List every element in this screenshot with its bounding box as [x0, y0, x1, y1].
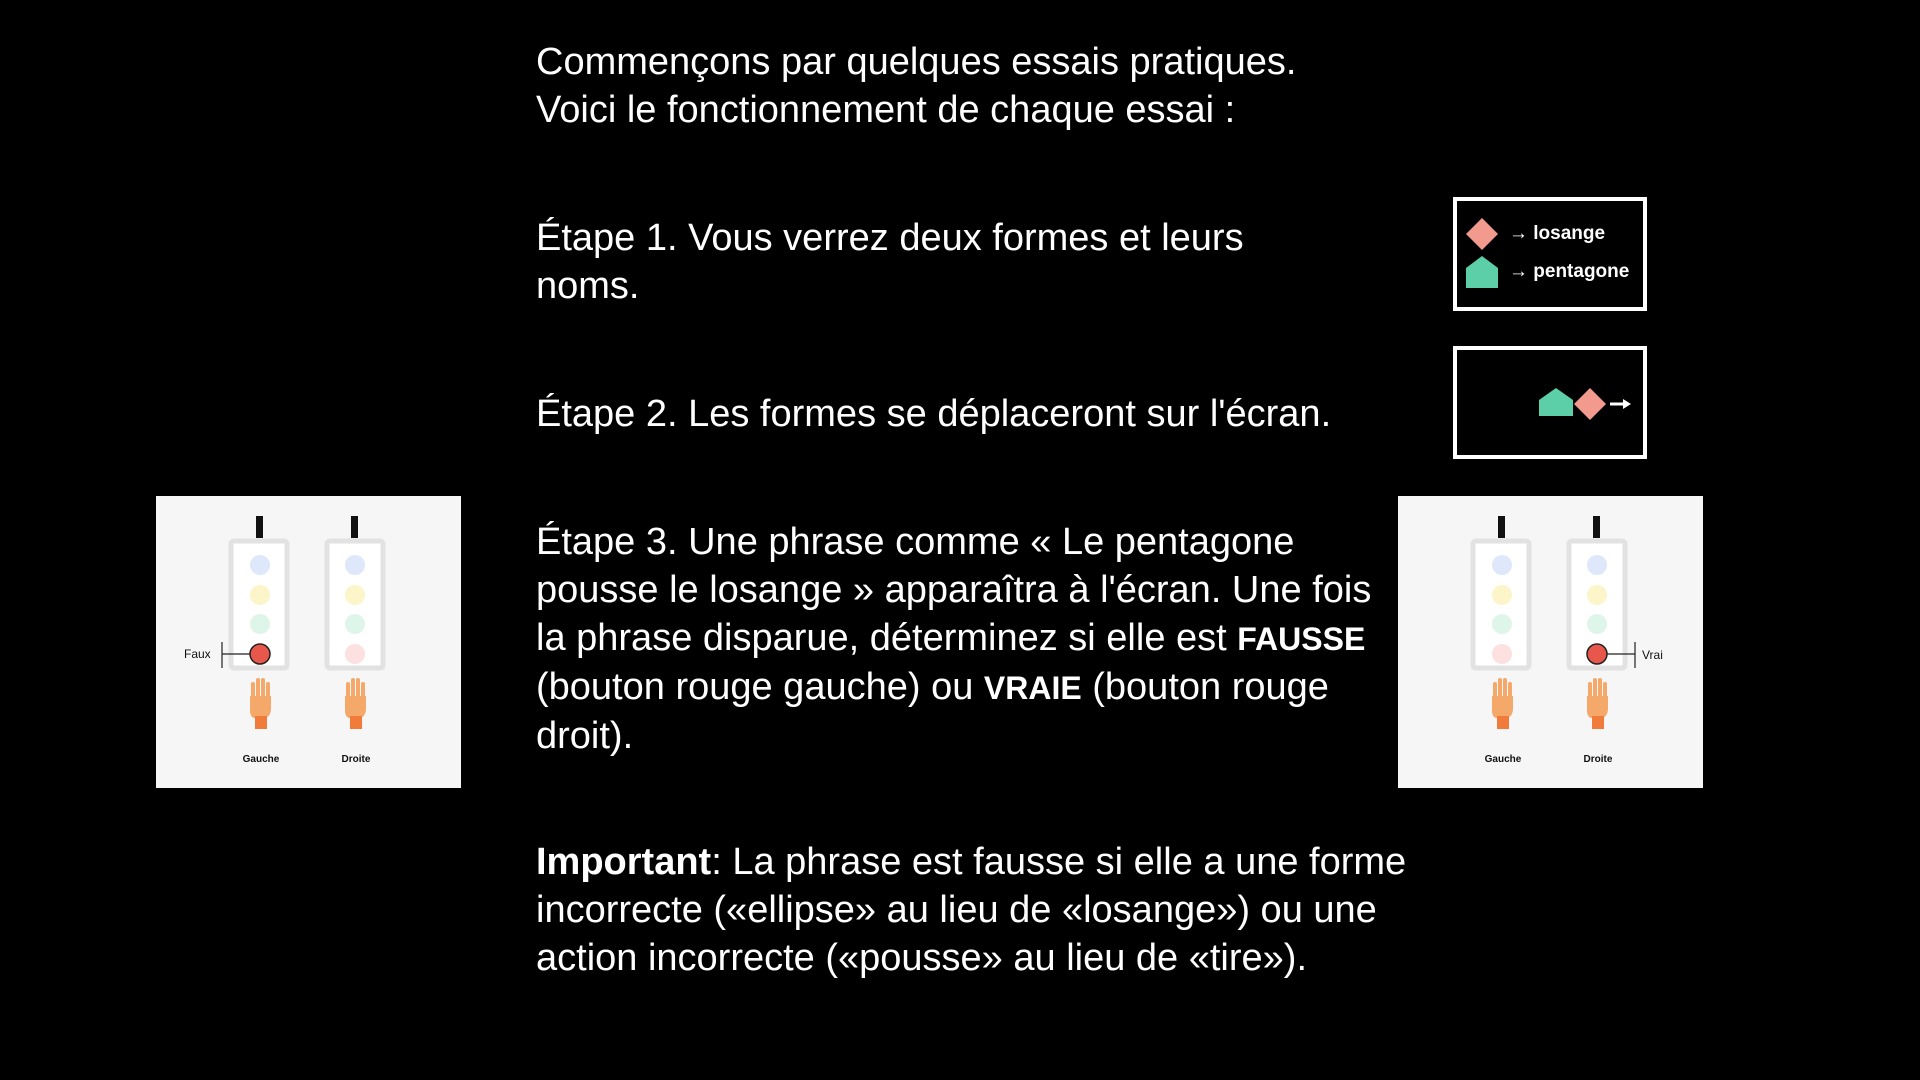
- right-hand-label: Droite: [1584, 754, 1613, 765]
- arrow-right-icon: [1610, 399, 1631, 409]
- important-note: Important: La phrase est fausse si elle …: [536, 838, 1436, 982]
- left-hand-icon: [1492, 678, 1513, 729]
- legend-pentagon-label: → pentagone: [1509, 261, 1630, 282]
- true-response-panel: Vrai Gauche Droite: [1398, 496, 1703, 788]
- right-red-button: [1586, 643, 1608, 665]
- diamond-icon: [1574, 388, 1606, 420]
- left-red-button: [249, 643, 271, 665]
- diamond-icon: [1466, 218, 1498, 250]
- right-hand-label: Droite: [342, 754, 371, 765]
- important-label: Important: [536, 841, 712, 883]
- false-response-panel: Faux Gauche Droite: [156, 496, 461, 788]
- moving-shapes-illustration: [1539, 388, 1631, 420]
- step-3-part-b: (bouton rouge gauche) ou: [536, 666, 984, 708]
- false-keyword: FAUSSE: [1237, 621, 1366, 657]
- left-hand-icon: [250, 678, 271, 729]
- legend-row-pentagon: → pentagone: [1465, 255, 1629, 289]
- intro-line-2: Voici le fonctionnement de chaque essai …: [536, 89, 1236, 131]
- left-hand-label: Gauche: [1485, 754, 1522, 765]
- step-1-text: Étape 1. Vous verrez deux formes et leur…: [536, 217, 1244, 307]
- true-label: Vrai: [1642, 648, 1663, 662]
- moving-shapes-box: [1453, 346, 1647, 459]
- intro-line-1: Commençons par quelques essais pratiques…: [536, 41, 1297, 83]
- left-hand-label: Gauche: [243, 754, 280, 765]
- pentagon-icon: [1466, 256, 1498, 288]
- right-hand-icon: [1587, 678, 1608, 729]
- pentagon-icon: [1539, 388, 1573, 416]
- right-hand-icon: [345, 678, 366, 729]
- intro-text: Commençons par quelques essais pratiques…: [536, 38, 1436, 134]
- false-label: Faux: [184, 647, 211, 661]
- legend-row-diamond: → losange: [1465, 217, 1605, 251]
- legend-diamond-label: → losange: [1509, 223, 1606, 244]
- step-2-text: Étape 2. Les formes se déplaceront sur l…: [536, 393, 1332, 435]
- step-3-text: Étape 3. Une phrase comme « Le pentagone…: [536, 518, 1386, 760]
- button-box-illustration-right: Vrai Gauche Droite: [1470, 516, 1663, 765]
- true-keyword: VRAIE: [983, 670, 1082, 706]
- button-box-illustration-left: Faux Gauche Droite: [184, 516, 386, 765]
- shape-legend-box: → losange → pentagone: [1453, 197, 1647, 311]
